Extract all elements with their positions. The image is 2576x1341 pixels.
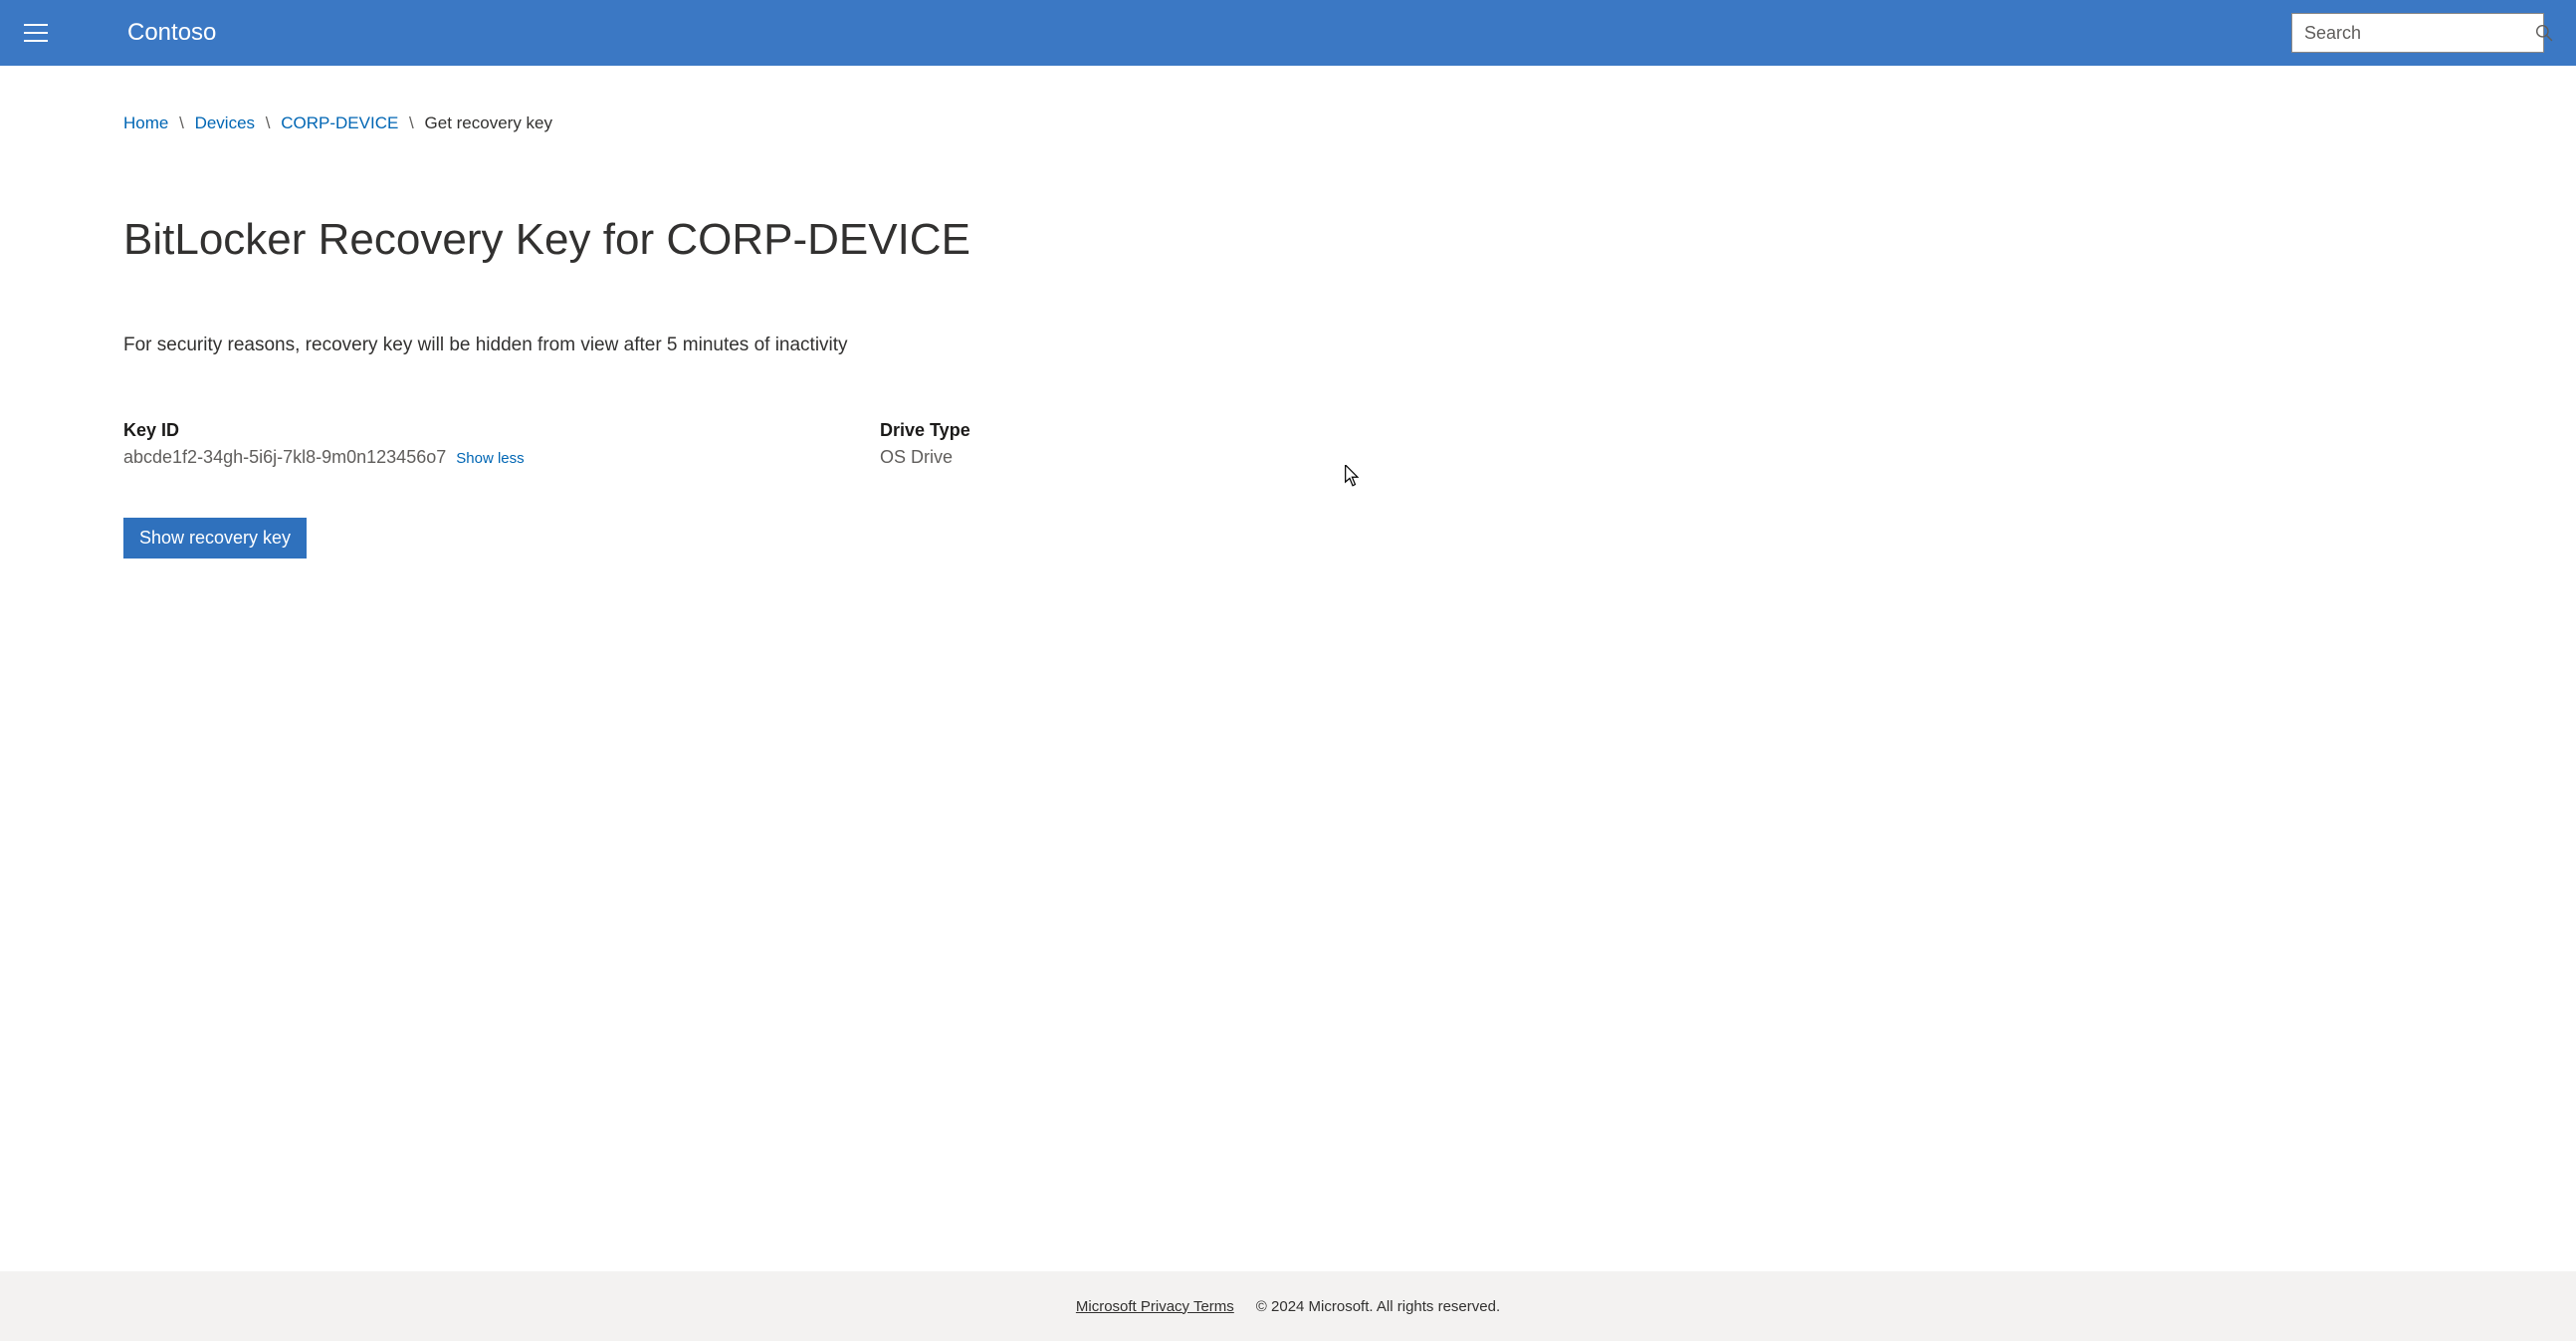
header-left: Contoso: [20, 19, 216, 47]
page-title: BitLocker Recovery Key for CORP-DEVICE: [123, 215, 2453, 265]
drive-type-value-row: OS Drive: [880, 447, 970, 468]
copyright-text: © 2024 Microsoft. All rights reserved.: [1256, 1298, 1500, 1315]
drive-type-value: OS Drive: [880, 447, 953, 468]
hamburger-menu-button[interactable]: [24, 24, 48, 42]
breadcrumb-devices[interactable]: Devices: [195, 113, 255, 132]
privacy-terms-link[interactable]: Microsoft Privacy Terms: [1076, 1298, 1234, 1315]
breadcrumb-corp-device[interactable]: CORP-DEVICE: [281, 113, 398, 132]
security-notice: For security reasons, recovery key will …: [123, 335, 2453, 356]
show-recovery-key-button[interactable]: Show recovery key: [123, 518, 307, 559]
breadcrumb: Home \ Devices \ CORP-DEVICE \ Get recov…: [123, 113, 2453, 133]
footer: Microsoft Privacy Terms © 2024 Microsoft…: [0, 1271, 2576, 1341]
drive-type-column: Drive Type OS Drive: [880, 420, 970, 468]
breadcrumb-current: Get recovery key: [425, 113, 553, 132]
breadcrumb-separator: \: [409, 113, 414, 132]
key-id-label: Key ID: [123, 420, 880, 441]
key-id-column: Key ID abcde1f2-34gh-5i6j-7kl8-9m0n12345…: [123, 420, 880, 468]
key-id-value: abcde1f2-34gh-5i6j-7kl8-9m0n123456o7: [123, 447, 446, 468]
breadcrumb-home[interactable]: Home: [123, 113, 168, 132]
key-id-value-row: abcde1f2-34gh-5i6j-7kl8-9m0n123456o7 Sho…: [123, 447, 880, 468]
brand-name: Contoso: [127, 19, 216, 47]
search-icon[interactable]: [2535, 24, 2553, 42]
header: Contoso: [0, 0, 2576, 66]
search-input[interactable]: [2304, 23, 2535, 44]
breadcrumb-separator: \: [266, 113, 271, 132]
main-content: Home \ Devices \ CORP-DEVICE \ Get recov…: [0, 66, 2576, 1271]
search-container[interactable]: [2291, 13, 2544, 53]
breadcrumb-separator: \: [179, 113, 184, 132]
show-less-link[interactable]: Show less: [456, 450, 524, 467]
drive-type-label: Drive Type: [880, 420, 970, 441]
details-section: Key ID abcde1f2-34gh-5i6j-7kl8-9m0n12345…: [123, 420, 2453, 468]
